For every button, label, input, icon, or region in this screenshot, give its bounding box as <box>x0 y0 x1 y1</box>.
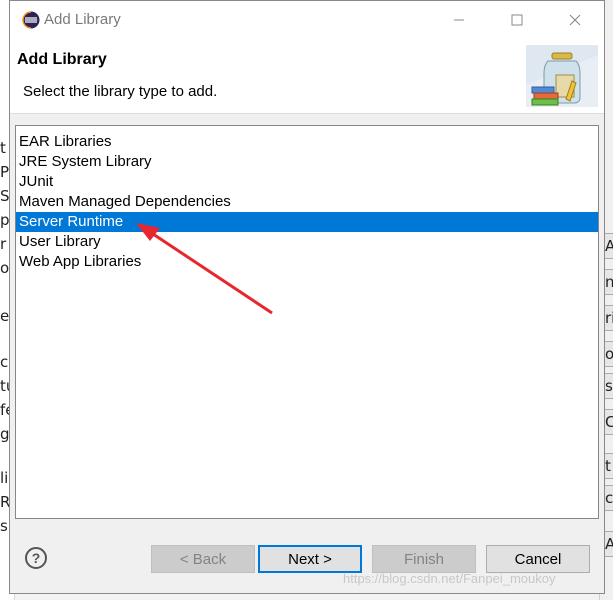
minimize-icon[interactable] <box>436 1 482 39</box>
finish-button[interactable]: Finish <box>372 545 476 573</box>
watermark: https://blog.csdn.net/Fanpei_moukoy <box>343 571 556 586</box>
maximize-icon[interactable] <box>494 1 540 39</box>
window-title: Add Library <box>44 11 121 28</box>
list-item[interactable]: JUnit <box>16 172 598 192</box>
wizard-header: Add Library Select the library type to a… <box>10 39 604 114</box>
next-button[interactable]: Next > <box>258 545 362 573</box>
help-icon[interactable]: ? <box>25 547 47 569</box>
cancel-button[interactable]: Cancel <box>486 545 590 573</box>
background-fragment: li <box>0 469 9 487</box>
title-bar: Add Library <box>10 1 604 39</box>
library-type-list[interactable]: EAR Libraries JRE System Library JUnit Mave… <box>15 125 599 519</box>
list-item[interactable]: Server Runtime <box>16 212 598 232</box>
background-fragment: r <box>0 235 7 253</box>
library-jar-icon <box>526 45 598 107</box>
back-button[interactable]: < Back <box>151 545 255 573</box>
page-description: Select the library type to add. <box>23 83 218 100</box>
list-item[interactable]: Maven Managed Dependencies <box>16 192 598 212</box>
background-fragment: t <box>0 139 6 157</box>
list-item[interactable]: JRE System Library <box>16 152 598 172</box>
background-fragment: P <box>0 163 10 181</box>
eclipse-icon <box>22 11 40 29</box>
page-title: Add Library <box>17 51 107 68</box>
add-library-dialog: Add Library Add Library Select the libra… <box>9 0 605 594</box>
close-icon[interactable] <box>552 1 598 39</box>
list-item[interactable]: EAR Libraries <box>16 132 598 152</box>
list-item[interactable]: Web App Libraries <box>16 252 598 272</box>
list-item[interactable]: User Library <box>16 232 598 252</box>
